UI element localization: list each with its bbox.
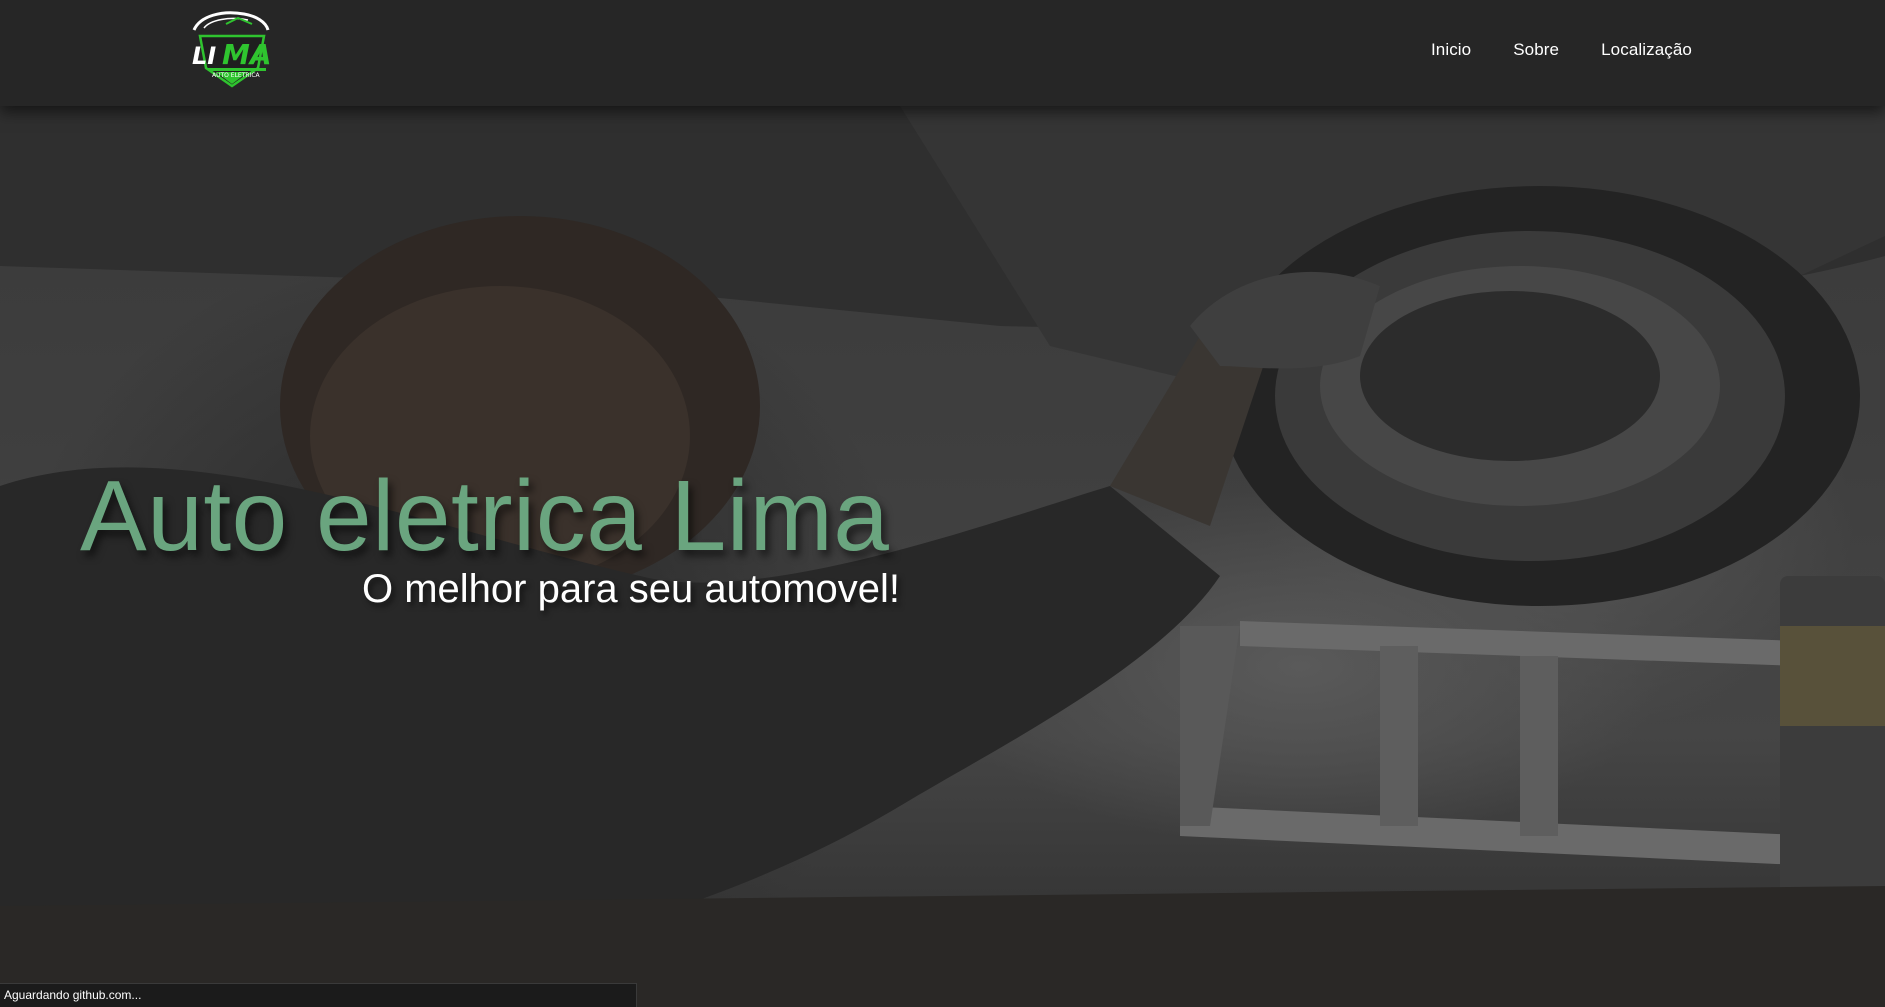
hero-subtitle: O melhor para seu automovel!	[362, 567, 901, 611]
brand-logo[interactable]: LI MA AUTO ELETRICA	[186, 6, 276, 94]
svg-text:LI: LI	[192, 42, 216, 70]
nav-inicio-link[interactable]: Inicio	[1431, 40, 1471, 60]
nav-localizacao-link[interactable]: Localização	[1601, 40, 1692, 60]
main-nav: Inicio Sobre Localização	[1389, 40, 1692, 60]
browser-status-bar: Aguardando github.com...	[0, 983, 637, 1007]
hero-title: Auto eletrica Lima	[80, 460, 890, 572]
svg-text:AUTO ELETRICA: AUTO ELETRICA	[212, 72, 261, 79]
svg-text:MA: MA	[222, 38, 272, 71]
hero-section: Auto eletrica Lima O melhor para seu aut…	[0, 106, 1885, 1007]
nav-sobre-link[interactable]: Sobre	[1513, 40, 1559, 60]
lima-logo-icon: LI MA AUTO ELETRICA	[192, 11, 272, 88]
site-header: LI MA AUTO ELETRICA Inicio Sobre Localiz…	[0, 0, 1885, 106]
